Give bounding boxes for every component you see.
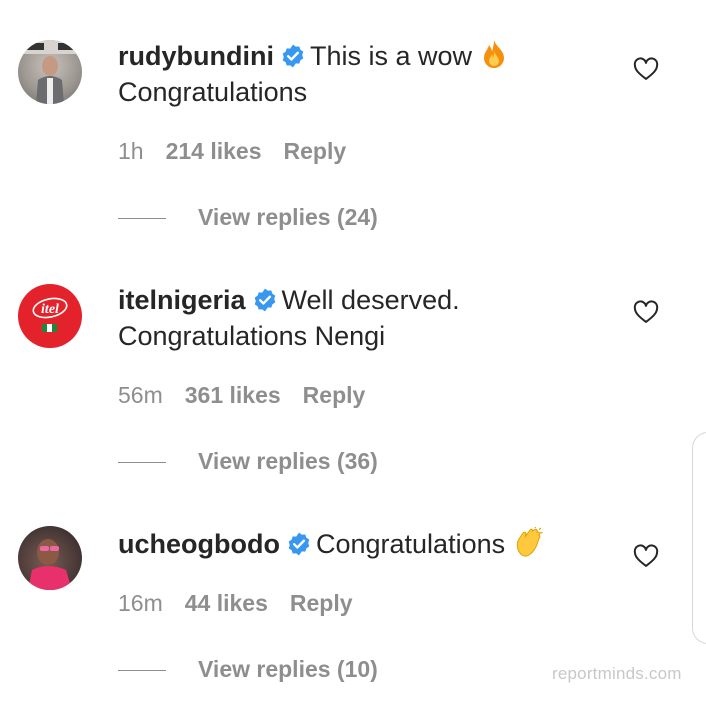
heart-icon[interactable] [632,542,660,570]
watermark: reportminds.com [552,664,682,683]
comment-text: ucheogbodo Congratulations [118,526,608,562]
comment-body: Congratulations [315,529,506,559]
view-replies-button[interactable]: View replies (10) [118,656,378,683]
clapping-hands-emoji-icon [516,527,543,557]
username[interactable]: ucheogbodo [118,529,280,559]
reply-button[interactable]: Reply [290,590,353,616]
side-panel-edge[interactable] [692,432,706,644]
timestamp: 16m [118,590,163,616]
verified-badge-icon [288,532,310,556]
view-replies-label: View replies (10) [198,656,378,682]
divider-line [118,670,166,672]
profile-photo-icon [28,539,72,590]
avatar[interactable] [18,526,82,590]
comment-item: ucheogbodo Congratulations 16m 44 likes Rep… [0,0,706,700]
likes-count[interactable]: 44 likes [185,590,268,616]
comment-meta: 16m 44 likes Reply [118,590,375,617]
